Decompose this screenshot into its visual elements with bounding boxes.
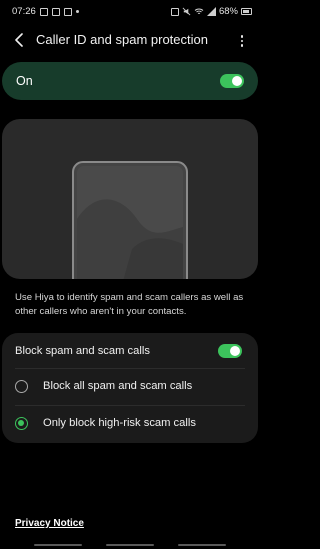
master-switch-bar[interactable]: On (2, 62, 258, 100)
status-right: 68% (170, 6, 252, 17)
option-high-risk[interactable]: Only block high-risk scam calls (2, 406, 258, 442)
block-settings-card: Block spam and scam calls Block all spam… (2, 333, 258, 443)
back-button[interactable] (10, 30, 30, 50)
navigation-bar (0, 541, 260, 549)
phone-illustration (72, 161, 188, 279)
back-arrow-icon (15, 33, 23, 47)
battery-percent: 68% (218, 6, 238, 17)
status-bar: 07:26 68% (0, 0, 260, 24)
mute-icon (182, 7, 191, 16)
lock-icon (170, 7, 179, 16)
more-options-button[interactable] (238, 31, 246, 51)
mail-icon (63, 7, 72, 16)
option-high-risk-label: Only block high-risk scam calls (43, 417, 196, 429)
notification-dot-icon (75, 10, 79, 13)
block-spam-row[interactable]: Block spam and scam calls (2, 333, 258, 369)
radio-block-all[interactable] (15, 380, 28, 393)
toggle-knob (230, 346, 240, 356)
more-options-icon (240, 35, 244, 38)
app-header: Caller ID and spam protection (0, 24, 260, 58)
option-block-all[interactable]: Block all spam and scam calls (2, 369, 258, 405)
gallery-icon (51, 7, 60, 16)
description-text: Use Hiya to identify spam and scam calle… (15, 292, 244, 317)
block-spam-toggle[interactable] (218, 344, 242, 358)
wifi-icon (194, 8, 204, 14)
radio-high-risk[interactable] (15, 417, 28, 430)
nav-back[interactable] (178, 544, 226, 546)
toggle-knob (232, 76, 242, 86)
illustration-card (2, 119, 258, 279)
status-left: 07:26 (12, 6, 79, 17)
nav-recents[interactable] (34, 544, 82, 546)
battery-icon (241, 8, 252, 15)
status-time: 07:26 (12, 6, 36, 17)
option-block-all-label: Block all spam and scam calls (43, 380, 193, 392)
photo-icon (39, 7, 48, 16)
privacy-notice-link[interactable]: Privacy Notice (15, 518, 84, 529)
master-switch-label: On (16, 74, 33, 88)
signal-icon (206, 7, 216, 16)
page-title: Caller ID and spam protection (36, 32, 208, 47)
block-spam-label: Block spam and scam calls (15, 345, 150, 357)
nav-home[interactable] (106, 544, 154, 546)
master-toggle[interactable] (220, 74, 244, 88)
